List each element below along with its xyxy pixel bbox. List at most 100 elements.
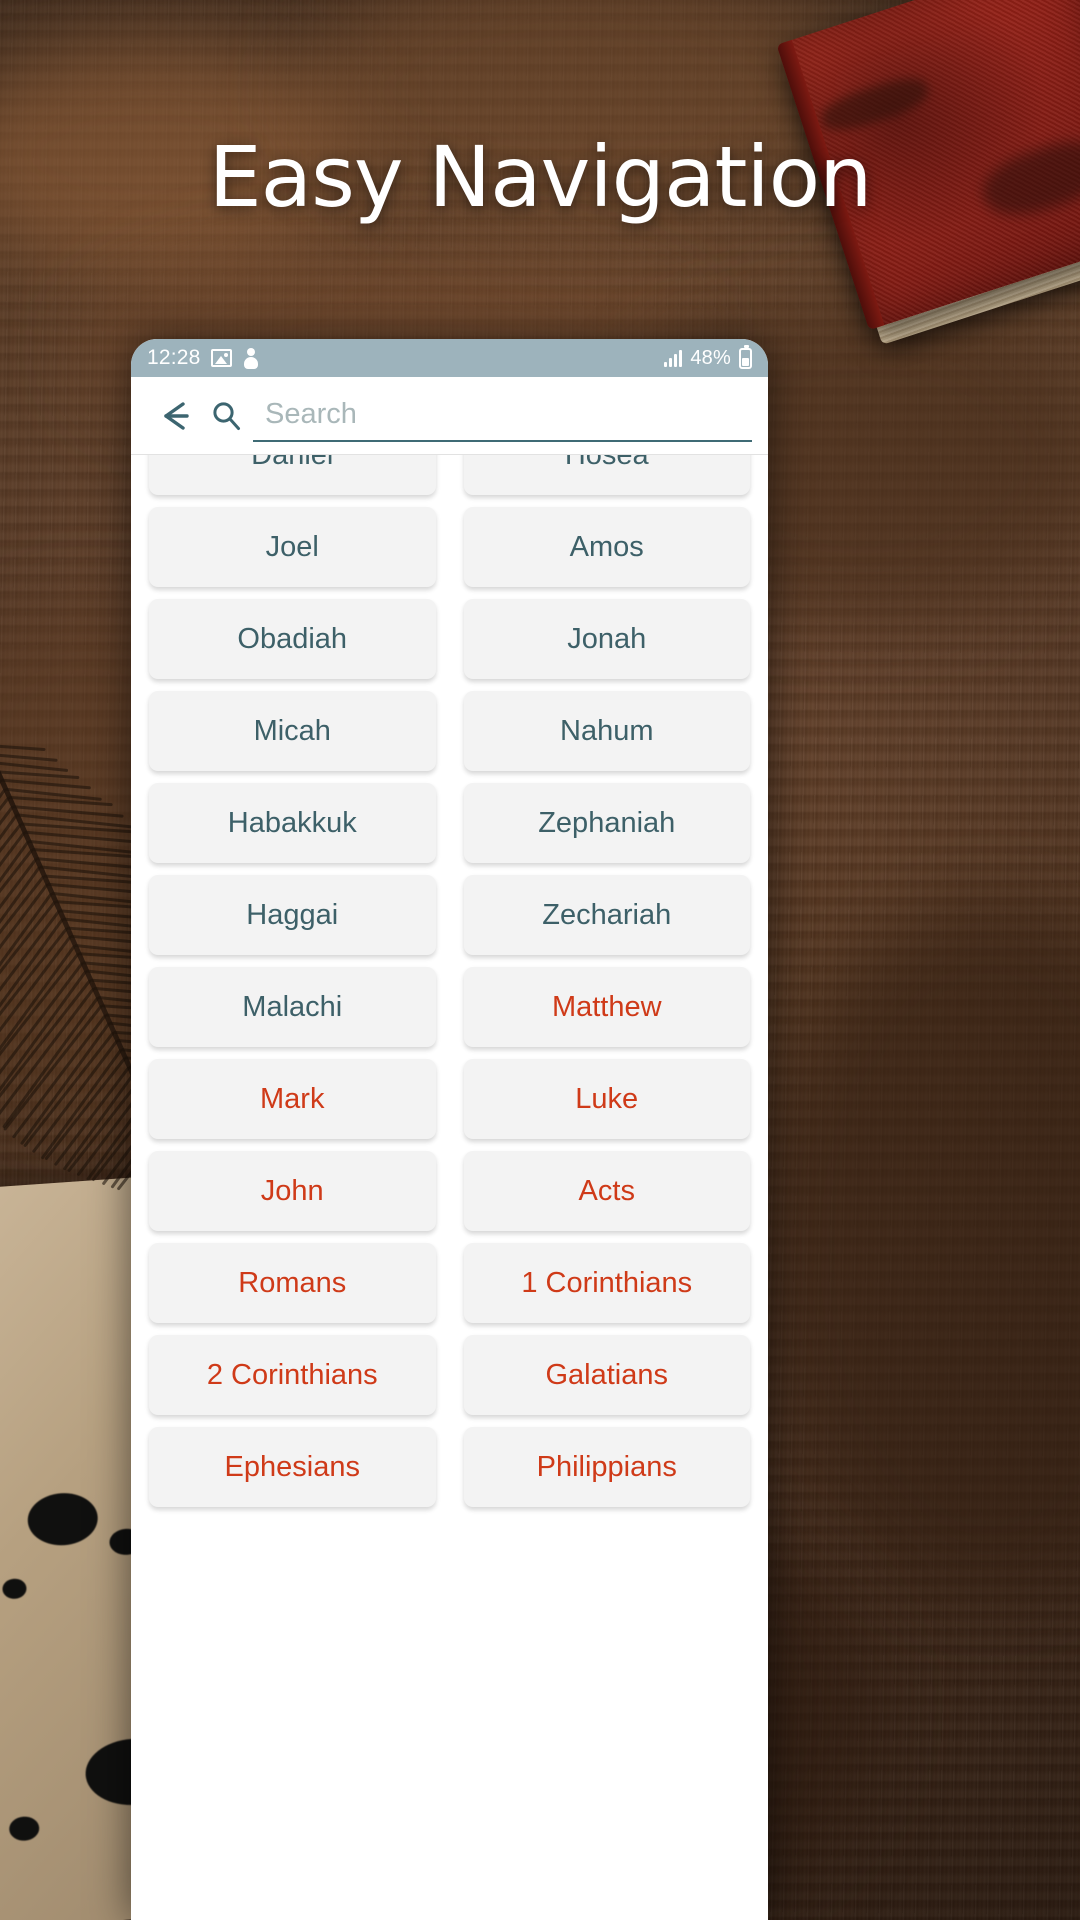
search-icon[interactable] [199,399,253,433]
book-button-label: Ephesians [224,1450,360,1483]
book-button-label: Haggai [246,898,339,931]
feather-barb [0,743,46,752]
feather-barb [62,1074,134,1171]
battery-percent-label: 48% [690,346,731,369]
promo-screenshot: Easy Navigation 12:28 48% Search Joel Am… [0,0,1080,1920]
book-button[interactable]: Malachi [149,967,436,1047]
status-bar: 12:28 48% [131,339,768,377]
book-button[interactable]: Matthew [463,967,750,1047]
app-bar [131,377,768,455]
book-button-label: Philippians [536,1450,677,1483]
feather-barb [11,1013,107,1139]
book-button[interactable]: Hosea [463,455,750,495]
feather-barb [0,796,11,881]
feather-barb [1,996,99,1129]
book-button-label: Joel [265,530,319,563]
book-button[interactable]: Habakkuk [149,783,436,863]
feather-barb [0,909,61,1044]
book-button[interactable]: Luke [463,1059,750,1139]
book-button-label: 1 Corinthians [521,1266,693,1299]
book-button-label: Daniel [251,455,333,472]
ink-blot [8,1815,41,1842]
feather-barb [0,822,22,922]
book-button-label: Mark [260,1082,325,1115]
feather-barb [0,831,26,937]
feather-barb [43,1056,126,1161]
feather-barb [12,804,124,818]
book-button[interactable]: Acts [463,1151,750,1231]
feather-barb [0,769,80,779]
book-button-label: Micah [253,714,331,747]
feather-barb [8,795,113,807]
feather-barb [0,848,34,962]
back-arrow-icon[interactable] [153,396,199,436]
feather-barb [22,1030,115,1148]
book-button[interactable]: 1 Corinthians [463,1243,750,1323]
book-button[interactable]: Joel [149,507,436,587]
book-button[interactable]: Galatians [463,1335,750,1415]
book-button[interactable]: Zephaniah [463,783,750,863]
feather-barb [0,978,92,1112]
feather-barb [20,1022,111,1146]
feather-barb [67,1082,138,1172]
book-button[interactable]: Ephesians [149,1427,436,1507]
battery-icon [739,344,752,369]
book-button-label: Jonah [567,622,647,655]
feather-barb [4,787,102,801]
person-icon [242,347,260,369]
feather-barb [0,987,96,1120]
feather-barb [0,874,45,998]
feather-barb [0,752,57,762]
ink-blot [1,1577,28,1600]
book-button-label: Habakkuk [227,806,357,839]
book-button[interactable]: Micah [149,691,436,771]
book-button-label: Nahum [560,714,654,747]
page-title: Easy Navigation [208,128,873,226]
search-input[interactable] [265,398,752,431]
book-button[interactable]: 2 Corinthians [149,1335,436,1415]
book-button-label: John [260,1174,324,1207]
feather-barb [16,813,134,829]
status-bar-clock: 12:28 [147,346,201,369]
photo-icon [210,349,232,367]
status-bar-left: 12:28 [147,346,260,370]
feather-barb [3,1004,103,1131]
book-button[interactable]: Nahum [463,691,750,771]
book-button-label: Zephaniah [538,806,676,839]
book-button[interactable]: Romans [149,1243,436,1323]
book-button-label: Luke [575,1082,639,1115]
feather-barb [1,778,91,790]
book-button-label: Obadiah [237,622,348,655]
book-button[interactable]: Jonah [463,599,750,679]
feather-barb [0,761,69,773]
book-button[interactable]: Obadiah [149,599,436,679]
book-button-label: Acts [578,1174,635,1207]
book-list[interactable]: Daniel Hosea Joel Amos Obadiah Jonah Micah Nahu… [131,455,768,1920]
signal-icon [664,349,683,367]
book-grid: Daniel Hosea Joel Amos Obadiah Jonah Micah Nahu… [149,455,750,1507]
search-field[interactable] [253,390,752,442]
book-button-label: Galatians [545,1358,668,1391]
book-button[interactable]: Mark [149,1059,436,1139]
book-button-label: Malachi [242,990,343,1023]
feather-barb [0,813,18,911]
feather-barb [40,1048,123,1160]
feather-barb [0,892,53,1024]
feather-barb [0,865,41,990]
book-button[interactable]: Daniel [149,455,436,495]
book-button[interactable]: John [149,1151,436,1231]
book-button[interactable]: Haggai [149,875,436,955]
book-button-label: 2 Corinthians [206,1358,378,1391]
book-button-label: Matthew [551,990,662,1023]
book-button[interactable]: Zechariah [463,875,750,955]
feather-barb [20,821,144,834]
feather-barb [0,952,80,1089]
feather-barb [0,839,30,952]
book-button-label: Zechariah [542,898,672,931]
book-button-label: Amos [569,530,644,563]
book-button[interactable]: Amos [463,507,750,587]
feather-barb [0,805,14,896]
phone-mockup: 12:28 48% Search Joel Amos Obadiah Jonah… [131,339,768,1920]
book-button[interactable]: Philippians [463,1427,750,1507]
feather-barb [0,779,3,853]
